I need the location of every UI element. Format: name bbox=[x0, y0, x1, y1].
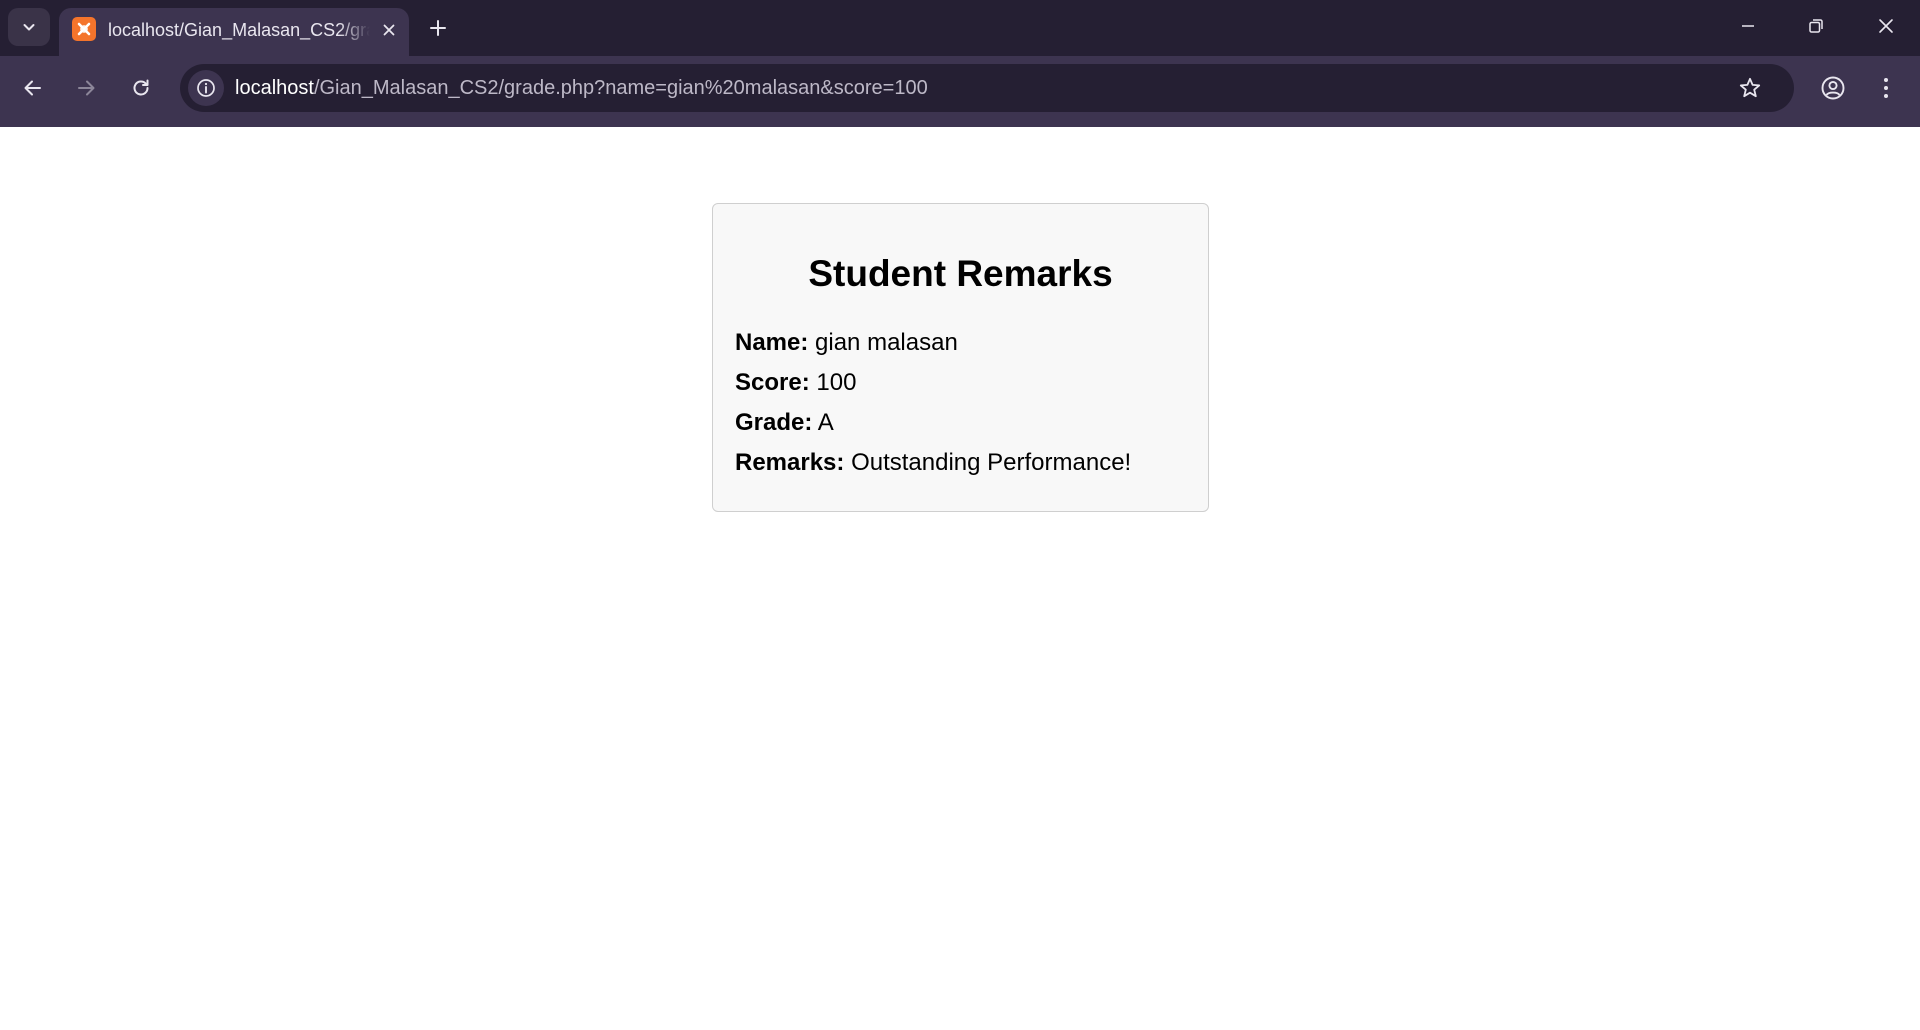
url-host: localhost bbox=[235, 77, 314, 99]
profile-button[interactable] bbox=[1813, 68, 1853, 108]
tab-close-button[interactable] bbox=[377, 18, 401, 42]
close-window-button[interactable] bbox=[1852, 0, 1920, 52]
address-bar[interactable]: localhost/Gian_Malasan_CS2/grade.php?nam… bbox=[180, 64, 1794, 112]
grade-label: Grade: bbox=[735, 409, 813, 436]
tab-strip: localhost/Gian_Malasan_CS2/grade.php?nam… bbox=[0, 0, 1920, 56]
browser-toolbar: localhost/Gian_Malasan_CS2/grade.php?nam… bbox=[0, 56, 1920, 127]
bookmark-button[interactable] bbox=[1736, 74, 1764, 102]
restore-button[interactable] bbox=[1782, 0, 1850, 52]
tab-search-button[interactable] bbox=[8, 8, 50, 46]
score-label: Score: bbox=[735, 369, 810, 396]
minimize-icon bbox=[1742, 25, 1754, 27]
chevron-down-icon bbox=[23, 24, 35, 31]
restore-icon bbox=[1809, 19, 1823, 33]
profile-icon bbox=[1821, 76, 1845, 100]
url-text[interactable]: localhost/Gian_Malasan_CS2/grade.php?nam… bbox=[235, 76, 928, 100]
remarks-row: Remarks: Outstanding Performance! bbox=[735, 448, 1131, 478]
star-icon bbox=[1739, 77, 1761, 98]
name-label: Name: bbox=[735, 329, 809, 356]
url-path: /Gian_Malasan_CS2/grade.php?name=gian%20… bbox=[313, 77, 928, 99]
forward-button[interactable] bbox=[66, 68, 106, 108]
kebab-menu-icon bbox=[1884, 78, 1888, 98]
reload-button[interactable] bbox=[121, 68, 161, 108]
student-remarks-card: Student Remarks Name: gian malasan Score… bbox=[712, 203, 1209, 512]
score-value: 100 bbox=[816, 369, 857, 396]
site-info-button[interactable] bbox=[188, 70, 224, 106]
close-icon bbox=[1879, 19, 1893, 33]
name-row: Name: gian malasan bbox=[735, 328, 958, 358]
score-row: Score: 100 bbox=[735, 368, 856, 398]
remarks-label: Remarks: bbox=[735, 449, 845, 476]
info-icon bbox=[197, 79, 215, 97]
name-value: gian malasan bbox=[815, 329, 958, 356]
close-icon bbox=[383, 24, 395, 36]
back-button[interactable] bbox=[13, 68, 53, 108]
tab-active[interactable]: localhost/Gian_Malasan_CS2/grade.php?nam… bbox=[59, 8, 409, 56]
grade-value: A bbox=[817, 409, 834, 436]
reload-icon bbox=[133, 79, 149, 96]
browser-menu-button[interactable] bbox=[1866, 68, 1906, 108]
arrow-right-icon bbox=[78, 80, 95, 96]
plus-icon bbox=[430, 20, 446, 36]
xampp-icon bbox=[72, 17, 96, 41]
arrow-left-icon bbox=[24, 80, 41, 96]
grade-row: Grade: A bbox=[735, 408, 834, 438]
new-tab-button[interactable] bbox=[420, 10, 456, 46]
remarks-value: Outstanding Performance! bbox=[851, 449, 1132, 476]
page-title: Student Remarks bbox=[808, 253, 1113, 294]
minimize-button[interactable] bbox=[1714, 0, 1782, 52]
tab-title: localhost/Gian_Malasan_CS2/grade.php?nam… bbox=[108, 20, 370, 40]
